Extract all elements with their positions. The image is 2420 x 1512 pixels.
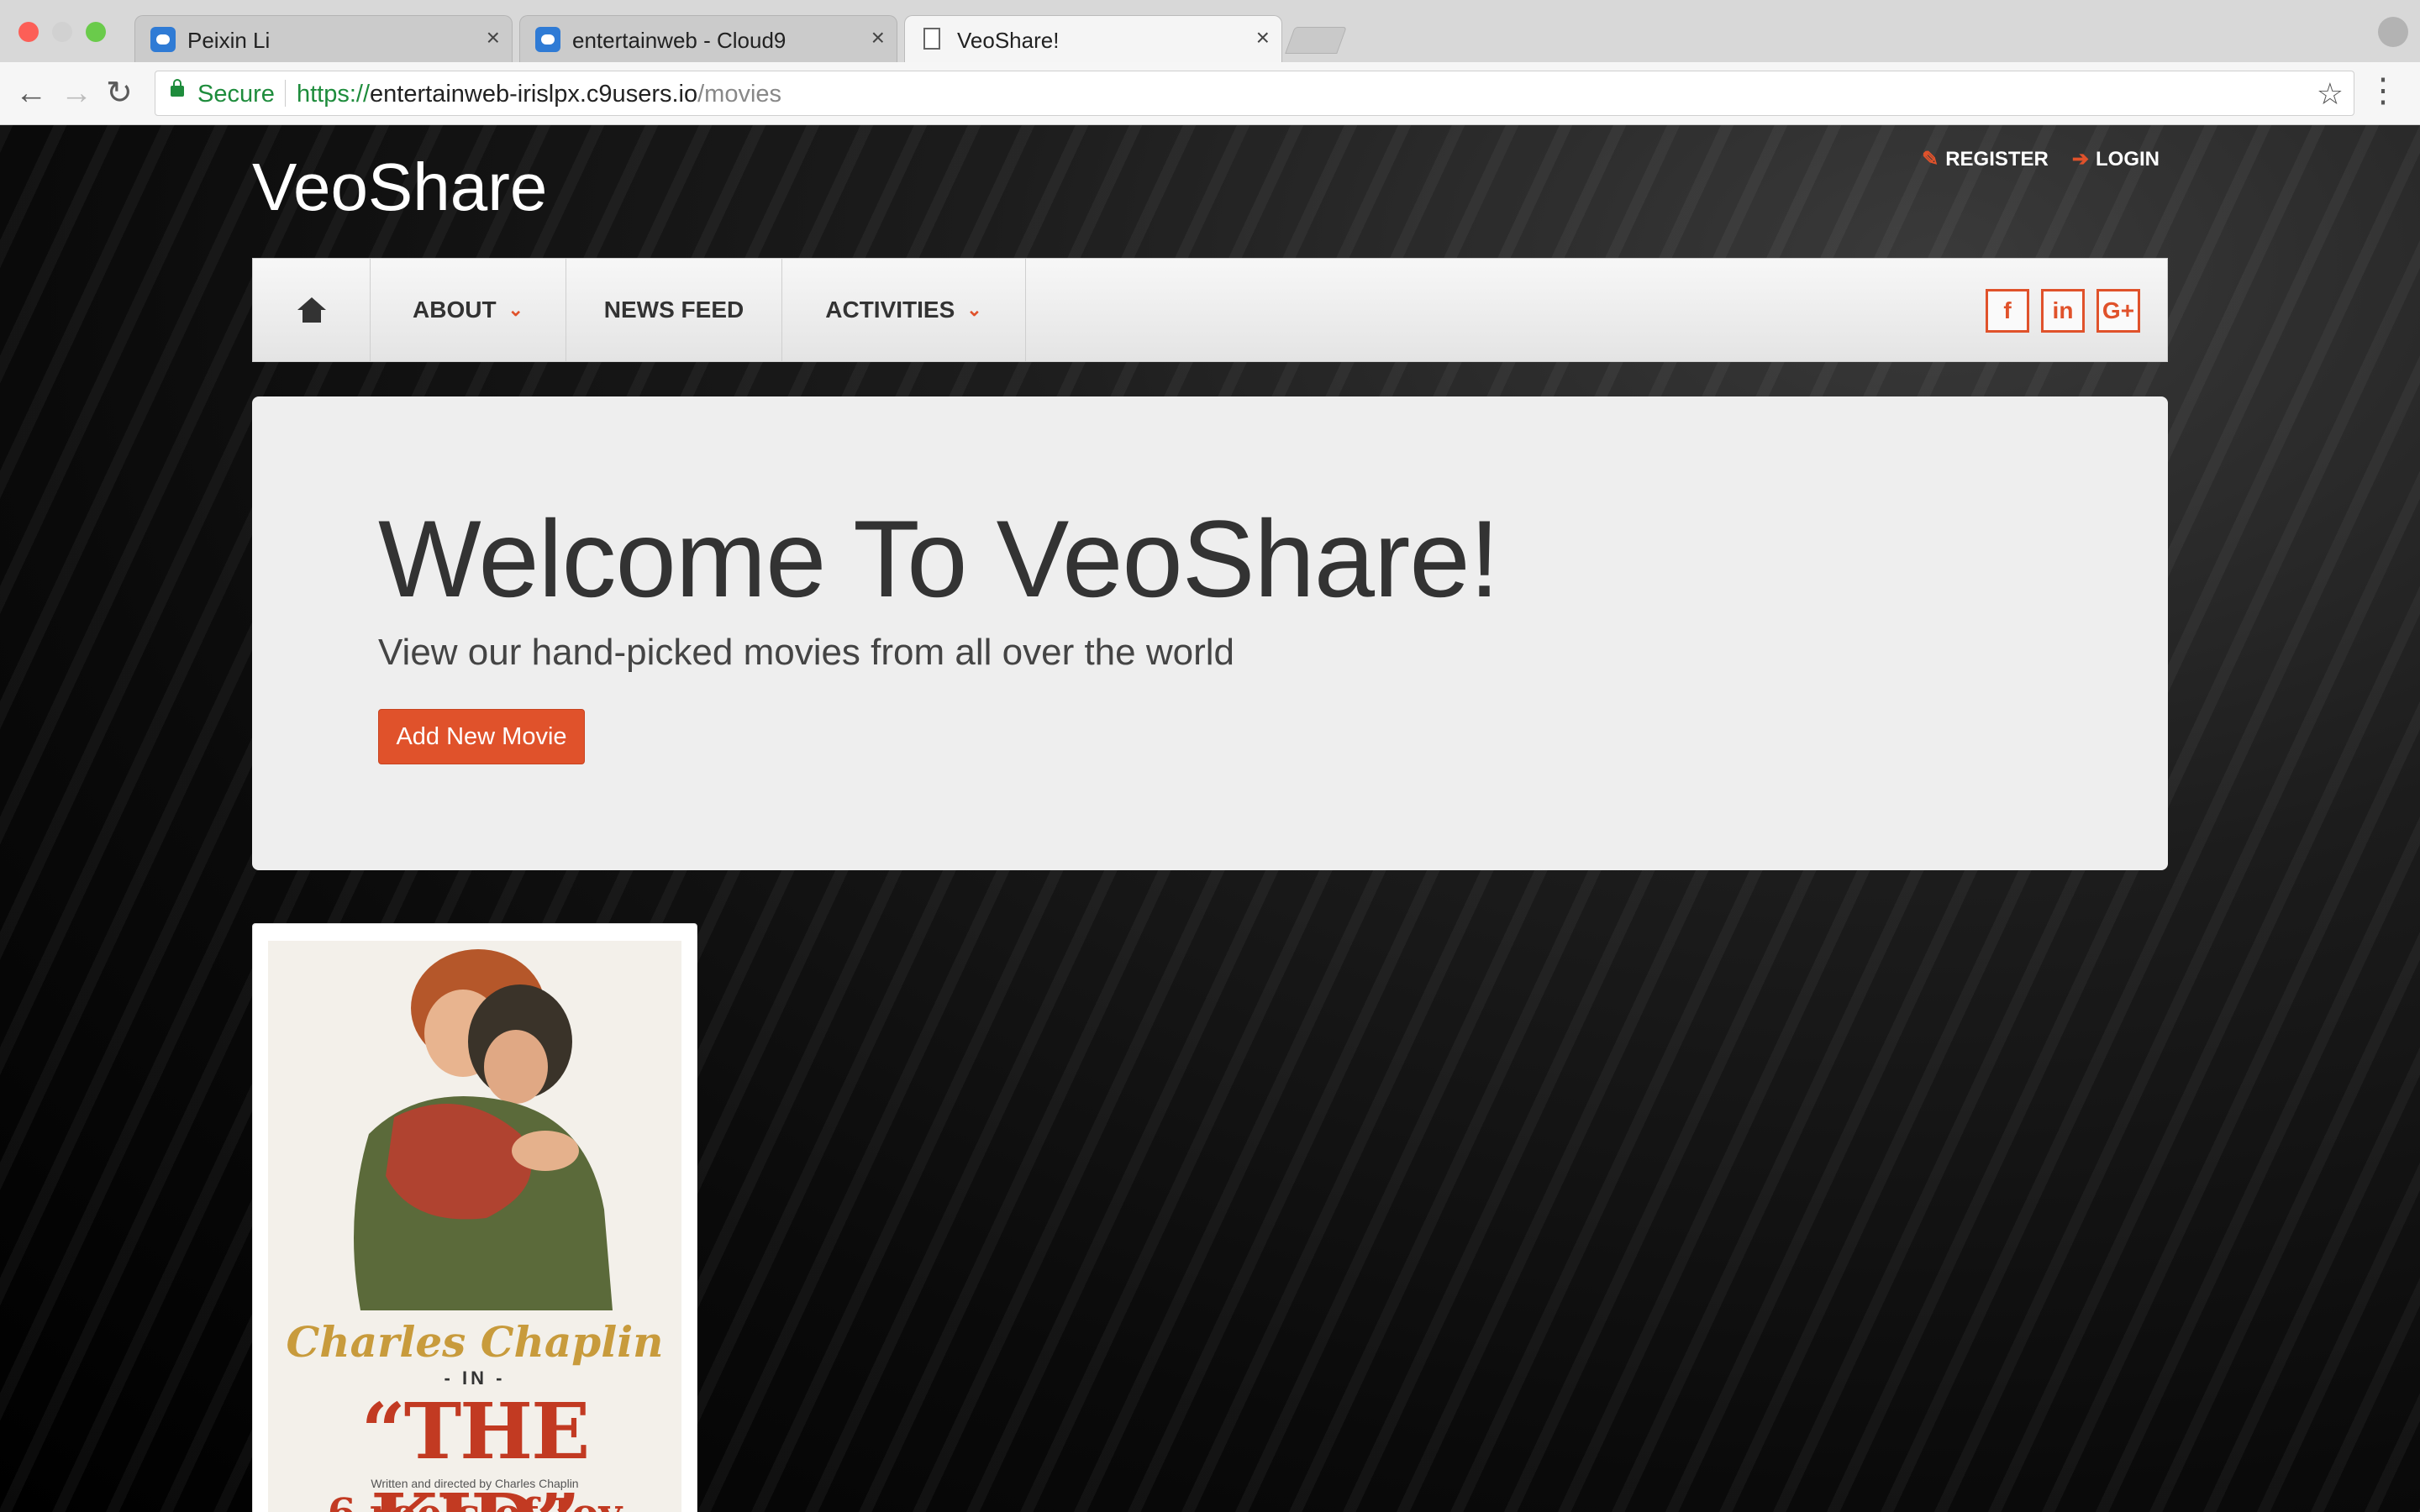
linkedin-icon[interactable]: in <box>2041 289 2085 333</box>
nav-about[interactable]: ABOUT ⌄ <box>371 259 566 361</box>
nav-news-feed-label: NEWS FEED <box>603 297 744 323</box>
reload-icon[interactable]: ↻ <box>106 77 133 109</box>
secure-label: Secure <box>197 81 275 108</box>
nav-activities[interactable]: ACTIVITIES ⌄ <box>782 259 1026 361</box>
tab-cloud9[interactable]: entertainweb - Cloud9 × <box>519 15 897 62</box>
close-window-button[interactable] <box>18 22 39 42</box>
login-label: LOGIN <box>2096 147 2160 171</box>
chevron-down-icon: ⌄ <box>966 299 982 320</box>
tab-veoshare[interactable]: VeoShare! × <box>904 15 1282 62</box>
nav-news-feed[interactable]: NEWS FEED <box>566 259 782 361</box>
new-tab-button[interactable] <box>1285 27 1347 54</box>
minimize-window-button[interactable] <box>52 22 72 42</box>
poster-illustration <box>354 949 613 1310</box>
tab-close-icon[interactable]: × <box>871 26 885 50</box>
page-title: Welcome To VeoShare! <box>378 497 1500 620</box>
address-bar[interactable]: Secure https://entertainweb-irislpx.c9us… <box>155 71 2354 116</box>
cloud9-favicon-icon <box>535 27 560 52</box>
poster-tagline-text: 6 reels of Joy <box>268 1490 681 1512</box>
edit-icon: ✎ <box>1922 148 1939 171</box>
tab-close-icon[interactable]: × <box>1256 26 1270 50</box>
movie-poster-image[interactable]: Charles Chaplin - IN - “THE KID” Written… <box>268 941 681 1512</box>
account-links: ✎ REGISTER ➔ LOGIN <box>1922 147 2160 171</box>
login-link[interactable]: ➔ LOGIN <box>2072 147 2160 171</box>
bookmark-star-icon[interactable]: ☆ <box>2317 76 2344 112</box>
poster-byline-text: Written and directed by Charles Chaplin <box>371 1477 579 1490</box>
home-icon <box>297 297 326 323</box>
site-logo[interactable]: VeoShare <box>252 149 547 226</box>
tab-peixin-li[interactable]: Peixin Li × <box>134 15 513 62</box>
nav-home[interactable] <box>253 259 371 361</box>
lock-icon <box>171 79 184 97</box>
zoom-window-button[interactable] <box>86 22 106 42</box>
forward-icon[interactable]: → <box>60 77 92 109</box>
movie-card[interactable]: Charles Chaplin - IN - “THE KID” Written… <box>252 923 697 1512</box>
page-background: VeoShare ✎ REGISTER ➔ LOGIN ABOUT ⌄ NEWS… <box>0 125 2420 1512</box>
social-links: f in G+ <box>1986 289 2140 333</box>
browser-toolbar: ← → ↻ Secure https://entertainweb-irislp… <box>0 62 2420 125</box>
facebook-icon[interactable]: f <box>1986 289 2029 333</box>
welcome-jumbotron: Welcome To VeoShare! View our hand-picke… <box>252 396 2168 870</box>
url-host: entertainweb-irislpx.c9users.io <box>370 81 698 108</box>
main-navbar: ABOUT ⌄ NEWS FEED ACTIVITIES ⌄ f in G+ <box>252 258 2168 362</box>
tab-label: VeoShare! <box>957 28 1060 53</box>
page-subtitle: View our hand-picked movies from all ove… <box>378 632 1234 673</box>
register-link[interactable]: ✎ REGISTER <box>1922 147 2049 171</box>
register-label: REGISTER <box>1945 147 2049 171</box>
browser-tab-bar: Peixin Li × entertainweb - Cloud9 × VeoS… <box>0 0 2420 63</box>
profile-icon[interactable] <box>2378 17 2408 47</box>
browser-menu-icon[interactable]: ⋮ <box>2366 74 2400 108</box>
tab-label: Peixin Li <box>187 28 271 53</box>
tab-label: entertainweb - Cloud9 <box>572 28 786 53</box>
back-icon[interactable]: ← <box>15 77 47 109</box>
url-path: /movies <box>697 81 782 108</box>
add-new-movie-button[interactable]: Add New Movie <box>378 709 585 764</box>
tab-close-icon[interactable]: × <box>487 26 500 50</box>
url-scheme: https:// <box>297 81 371 108</box>
divider <box>285 80 286 107</box>
url-text[interactable]: https://entertainweb-irislpx.c9users.io/… <box>297 81 781 108</box>
document-favicon-icon <box>923 28 940 50</box>
poster-credit-text: Charles Chaplin <box>286 1317 664 1367</box>
cloud9-favicon-icon <box>150 27 176 52</box>
sign-in-icon: ➔ <box>2071 148 2089 171</box>
chevron-down-icon: ⌄ <box>508 299 523 320</box>
google-plus-icon[interactable]: G+ <box>2096 289 2140 333</box>
nav-activities-label: ACTIVITIES <box>825 297 955 323</box>
nav-about-label: ABOUT <box>413 297 497 323</box>
